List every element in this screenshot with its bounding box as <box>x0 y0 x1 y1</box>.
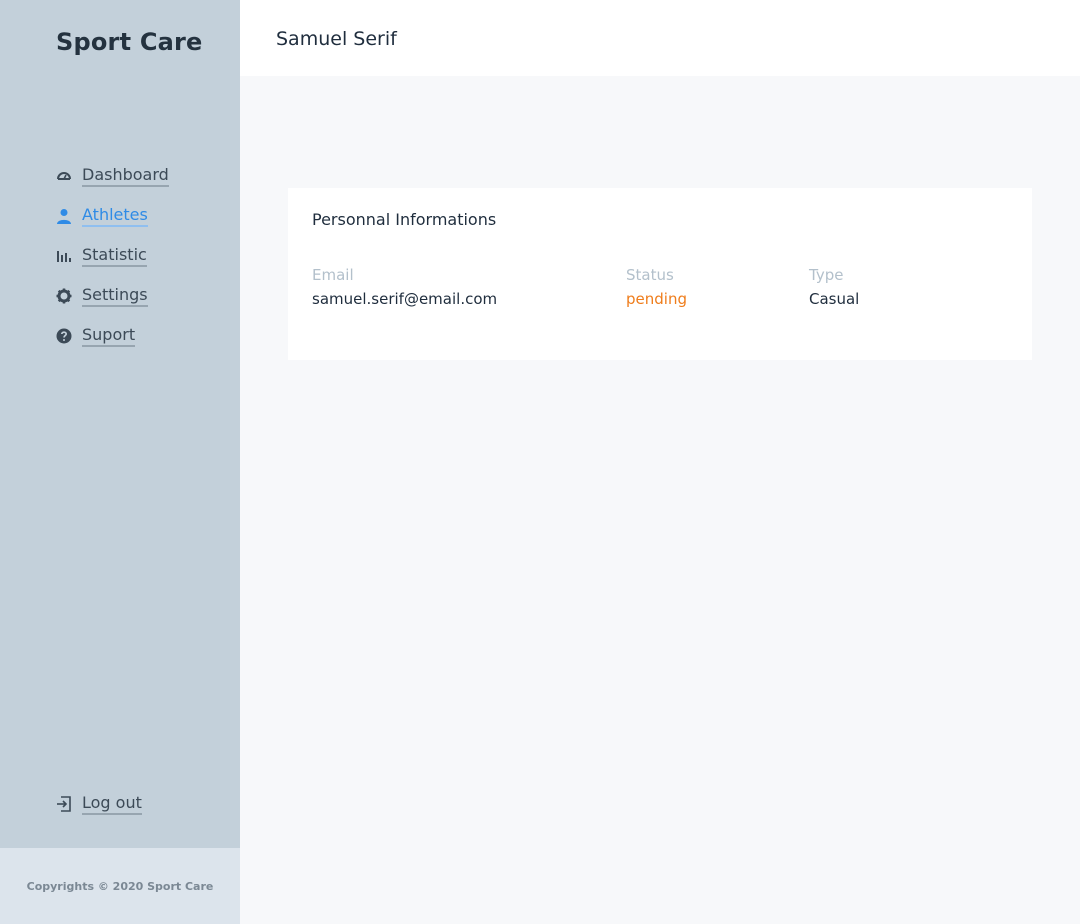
email-field: Email samuel.serif@email.com <box>312 266 497 308</box>
sidebar-item-label: Suport <box>82 325 136 347</box>
logout-icon <box>56 796 72 812</box>
bar-chart-icon <box>56 248 72 264</box>
sidebar-nav: Dashboard Athletes Statistic Settings Su… <box>56 156 169 356</box>
sidebar-item-settings[interactable]: Settings <box>56 276 169 316</box>
sidebar-item-label: Dashboard <box>82 165 169 187</box>
gear-icon <box>56 288 72 304</box>
sidebar-item-label: Athletes <box>82 205 148 227</box>
sidebar-footer: Copyrights © 2020 Sport Care <box>0 848 240 924</box>
sidebar-item-label: Settings <box>82 285 148 307</box>
sidebar-item-statistic[interactable]: Statistic <box>56 236 169 276</box>
type-field: Type Casual <box>809 266 859 308</box>
type-value: Casual <box>809 290 860 308</box>
page-title: Samuel Serif <box>276 28 397 50</box>
sidebar-item-label: Statistic <box>82 245 147 267</box>
status-badge: pending <box>626 290 687 308</box>
card-title: Personnal Informations <box>312 210 497 229</box>
sidebar: Sport Care Dashboard Athletes Statistic … <box>0 0 240 924</box>
sidebar-item-dashboard[interactable]: Dashboard <box>56 156 169 196</box>
email-label: Email <box>312 266 354 284</box>
gauge-icon <box>56 168 72 184</box>
help-icon <box>56 328 72 344</box>
sidebar-item-suport[interactable]: Suport <box>56 316 169 356</box>
brand-logo[interactable]: Sport Care <box>56 28 203 56</box>
status-field: Status pending <box>626 266 687 308</box>
logout-label: Log out <box>82 793 142 815</box>
top-bar: Samuel Serif <box>240 0 1080 76</box>
email-value: samuel.serif@email.com <box>312 290 498 308</box>
personal-info-card: Personnal Informations Email samuel.seri… <box>288 188 1032 360</box>
logout-button[interactable]: Log out <box>56 784 142 824</box>
user-icon <box>56 208 72 224</box>
sidebar-item-athletes[interactable]: Athletes <box>56 196 169 236</box>
status-label: Status <box>626 266 674 284</box>
type-label: Type <box>809 266 844 284</box>
copyright-text: Copyrights © 2020 Sport Care <box>26 879 214 893</box>
